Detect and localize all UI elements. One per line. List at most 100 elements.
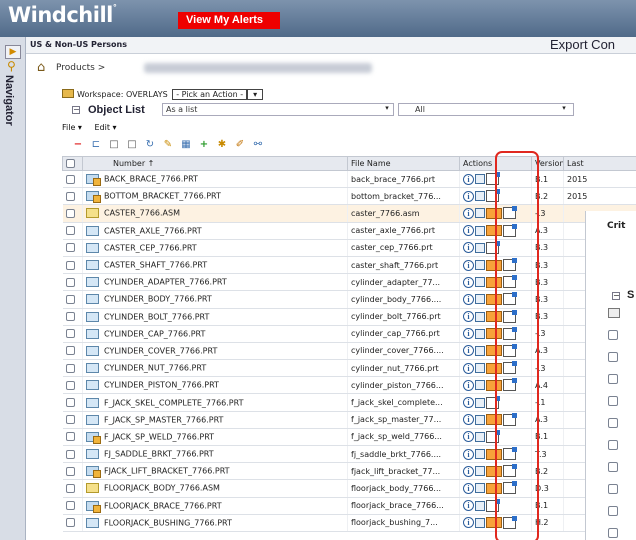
number-value[interactable]: CYLINDER_NUT_7766.PRT — [104, 364, 206, 373]
number-cell[interactable]: FLOORJACK_BUSHING_7766.PRT — [82, 514, 348, 532]
info-icon[interactable]: i — [463, 293, 474, 305]
file-name-cell[interactable]: cylinder_cover_7766.... — [347, 342, 460, 361]
row-checkbox-cell[interactable] — [62, 273, 83, 292]
info-icon[interactable]: i — [463, 345, 474, 357]
row-checkbox[interactable] — [65, 191, 75, 201]
row-checkbox[interactable] — [65, 363, 75, 373]
link-icon[interactable]: ⚯ — [252, 139, 264, 151]
view-select[interactable]: As a list — [162, 103, 394, 116]
table-row[interactable]: CASTER_7766.ASM caster_7766.asm i -.3 — [62, 204, 636, 223]
info-icon[interactable]: i — [463, 207, 474, 219]
info-icon[interactable]: i — [463, 190, 474, 202]
number-column-header[interactable]: Number ↑ — [82, 156, 348, 171]
check-in-icon[interactable]: ✎ — [162, 139, 174, 151]
row-checkbox[interactable] — [65, 501, 75, 511]
row-checkbox-cell[interactable] — [62, 462, 83, 481]
table-row[interactable]: CYLINDER_PISTON_7766.PRT cylinder_piston_… — [62, 376, 636, 395]
row-checkbox-cell[interactable] — [62, 325, 83, 343]
row-checkbox[interactable] — [65, 226, 75, 236]
number-cell[interactable]: CASTER_SHAFT_7766.PRT — [82, 256, 348, 275]
number-cell[interactable]: BOTTOM_BRACKET_7766.PRT — [82, 187, 348, 206]
number-value[interactable]: CASTER_AXLE_7766.PRT — [104, 226, 202, 235]
file-name-cell[interactable]: cylinder_adapter_77... — [347, 273, 460, 292]
chevron-down-icon[interactable]: ▾ — [247, 89, 264, 100]
home-icon[interactable]: ⌂ — [37, 60, 45, 75]
info-icon[interactable]: i — [463, 362, 474, 374]
file-menu[interactable]: File ▾ — [62, 123, 82, 132]
table-view-icon[interactable] — [475, 225, 485, 236]
file-name-cell[interactable]: f_jack_sp_master_77... — [347, 411, 460, 429]
info-icon[interactable]: i — [463, 448, 474, 460]
file-name-cell[interactable]: caster_shaft_7766.prt — [347, 256, 460, 275]
info-icon[interactable]: i — [463, 465, 474, 477]
remove-icon[interactable]: − — [72, 139, 84, 151]
file-name-cell[interactable]: cylinder_nut_7766.prt — [347, 359, 460, 378]
number-value[interactable]: CYLINDER_COVER_7766.PRT — [104, 346, 217, 355]
file-name-cell[interactable]: caster_7766.asm — [347, 204, 460, 223]
side-row-checkbox[interactable] — [608, 396, 618, 406]
info-icon[interactable]: i — [463, 173, 474, 185]
view-alerts-button[interactable]: View My Alerts — [178, 12, 280, 29]
table-view-icon[interactable] — [475, 345, 485, 356]
side-row-checkbox[interactable] — [608, 528, 618, 538]
number-cell[interactable]: CYLINDER_NUT_7766.PRT — [82, 359, 348, 378]
file-name-cell[interactable]: floorjack_body_7766... — [347, 479, 460, 498]
file-name-cell[interactable]: caster_axle_7766.prt — [347, 222, 460, 240]
info-icon[interactable]: i — [463, 276, 474, 288]
number-value[interactable]: F_JACK_SP_WELD_7766.PRT — [104, 432, 214, 441]
row-checkbox[interactable] — [65, 294, 75, 304]
file-name-cell[interactable]: caster_cep_7766.prt — [347, 239, 460, 257]
row-checkbox[interactable] — [65, 518, 75, 528]
table-view-icon[interactable] — [475, 311, 485, 322]
row-checkbox-cell[interactable] — [62, 479, 83, 498]
table-view-icon[interactable] — [475, 277, 485, 288]
filter-select[interactable]: All — [398, 103, 574, 116]
number-value[interactable]: CYLINDER_BOLT_7766.PRT — [104, 312, 209, 321]
side-row-checkbox[interactable] — [608, 506, 618, 516]
row-checkbox-cell[interactable] — [62, 170, 83, 189]
table-row[interactable]: CYLINDER_NUT_7766.PRT cylinder_nut_7766.p… — [62, 359, 636, 378]
new-part-icon[interactable]: □ — [126, 139, 138, 151]
number-value[interactable]: FJACK_LIFT_BRACKET_7766.PRT — [104, 467, 230, 476]
side-row-checkbox[interactable] — [608, 330, 618, 340]
file-name-cell[interactable]: cylinder_body_7766.... — [347, 290, 460, 309]
number-cell[interactable]: F_JACK_SP_WELD_7766.PRT — [82, 428, 348, 447]
number-cell[interactable]: F_JACK_SP_MASTER_7766.PRT — [82, 411, 348, 429]
table-row[interactable]: CASTER_SHAFT_7766.PRT caster_shaft_7766.p… — [62, 256, 636, 275]
file-name-column-header[interactable]: File Name — [347, 156, 460, 171]
number-value[interactable]: CASTER_7766.ASM — [104, 209, 180, 218]
file-name-cell[interactable]: bottom_bracket_776... — [347, 187, 460, 206]
action-select[interactable]: - Pick an Action - — [172, 89, 248, 100]
select-all-header[interactable] — [62, 156, 83, 171]
file-name-cell[interactable]: fj_saddle_brkt_7766.... — [347, 445, 460, 464]
number-cell[interactable]: CYLINDER_BODY_7766.PRT — [82, 290, 348, 309]
add-to-workspace-icon[interactable]: ⊏ — [90, 139, 102, 151]
table-row[interactable]: CYLINDER_BODY_7766.PRT cylinder_body_7766… — [62, 290, 636, 309]
row-checkbox-cell[interactable] — [62, 514, 83, 532]
search-icon[interactable]: ⚲ — [7, 59, 16, 73]
row-checkbox[interactable] — [65, 432, 75, 442]
table-view-icon[interactable] — [475, 431, 485, 442]
number-value[interactable]: CASTER_CEP_7766.PRT — [104, 243, 197, 252]
number-cell[interactable]: CYLINDER_BOLT_7766.PRT — [82, 308, 348, 326]
row-checkbox-cell[interactable] — [62, 376, 83, 395]
file-name-cell[interactable]: f_jack_sp_weld_7766... — [347, 428, 460, 447]
number-value[interactable]: F_JACK_SKEL_COMPLETE_7766.PRT — [104, 398, 243, 407]
row-checkbox[interactable] — [65, 260, 75, 270]
info-icon[interactable]: i — [463, 259, 474, 271]
side-row-checkbox[interactable] — [608, 484, 618, 494]
row-checkbox-cell[interactable] — [62, 290, 83, 309]
table-view-icon[interactable] — [475, 191, 485, 202]
navigator-tab[interactable]: Navigator — [3, 75, 15, 126]
info-icon[interactable]: i — [463, 328, 474, 340]
table-row[interactable]: CYLINDER_COVER_7766.PRT cylinder_cover_77… — [62, 342, 636, 361]
number-value[interactable]: CYLINDER_CAP_7766.PRT — [104, 329, 205, 338]
expand-navigator-icon[interactable]: ▶ — [5, 45, 21, 59]
table-row[interactable]: FLOORJACK_BRACE_7766.PRT floorjack_brace_… — [62, 497, 636, 515]
side-row-checkbox[interactable] — [608, 418, 618, 428]
table-row[interactable]: CYLINDER_BOLT_7766.PRT cylinder_bolt_7766… — [62, 308, 636, 326]
file-name-cell[interactable]: fjack_lift_bracket_77... — [347, 462, 460, 481]
row-checkbox[interactable] — [65, 449, 75, 459]
number-cell[interactable]: CYLINDER_CAP_7766.PRT — [82, 325, 348, 343]
number-cell[interactable]: FJ_SADDLE_BRKT_7766.PRT — [82, 445, 348, 464]
